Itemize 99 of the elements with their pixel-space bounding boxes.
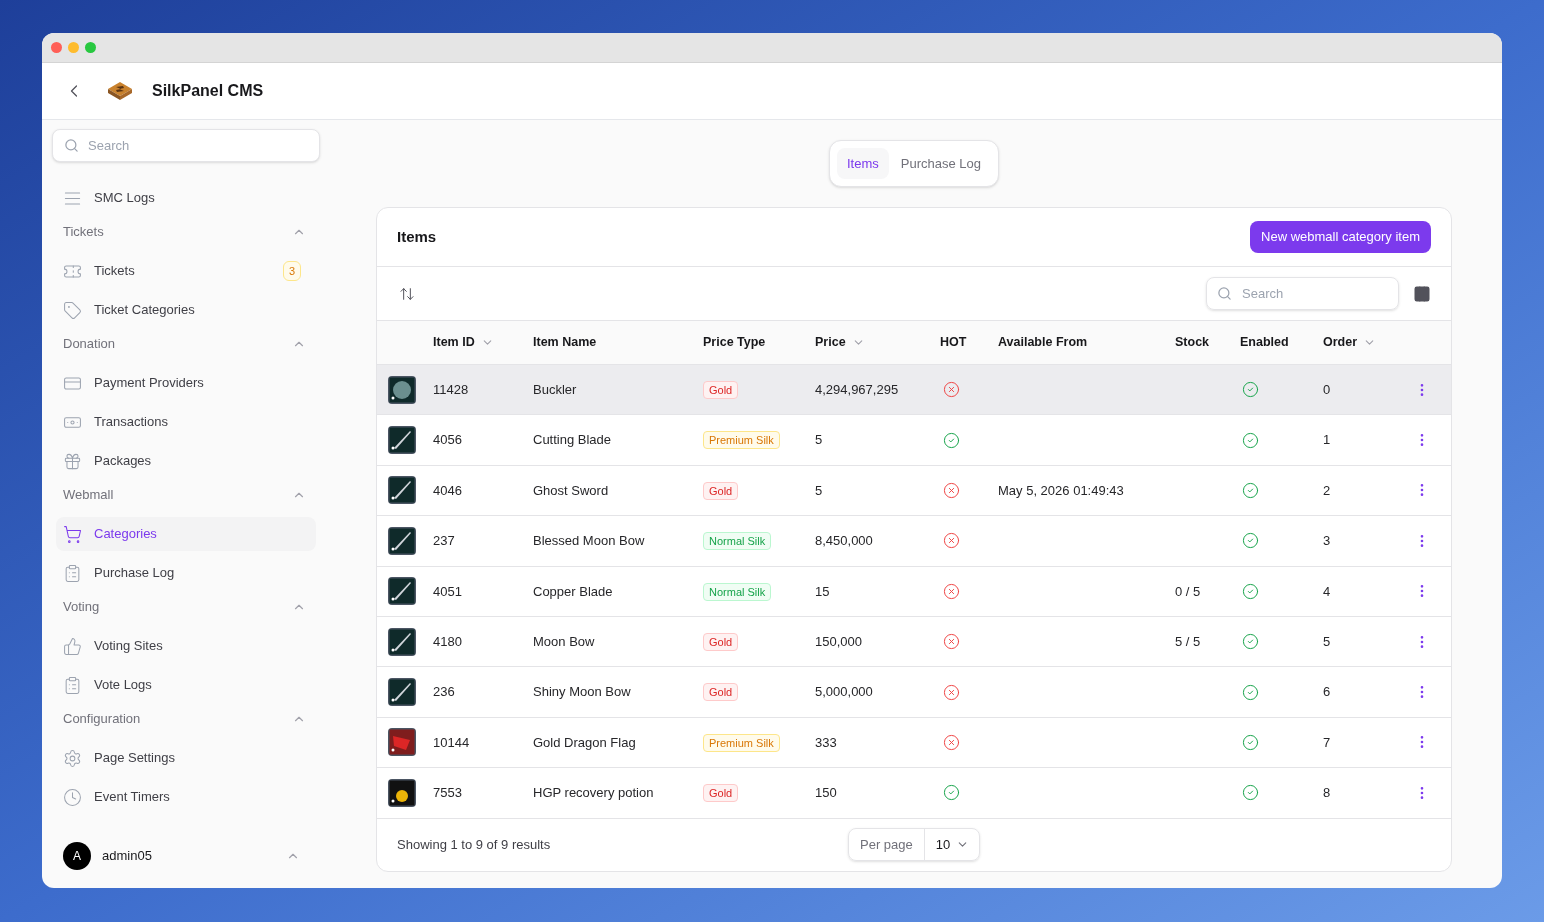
table-cell-text: 4051 (433, 582, 462, 601)
user-name: admin05 (102, 847, 153, 866)
table-cell-text: Gold Dragon Flag (533, 733, 636, 752)
column-header[interactable]: Item ID (433, 333, 533, 352)
thumbs-up-icon (63, 636, 82, 656)
table-cell-text: 5,000,000 (815, 683, 873, 702)
sidebar-item[interactable]: Voting Sites (56, 629, 316, 663)
column-header[interactable]: Price (815, 333, 940, 352)
price-type-badge: Gold (703, 481, 739, 500)
table-cell-text: 8,450,000 (815, 532, 873, 551)
sidebar-item[interactable]: Purchase Log (56, 556, 316, 590)
price-type-badge: Gold (703, 380, 739, 399)
sidebar-section-header[interactable]: Webmall (56, 478, 316, 512)
table-cell-text: 7 (1323, 733, 1331, 752)
table-cell-text: Moon Bow (533, 632, 595, 651)
logo-icon (107, 81, 133, 101)
table-cell-text: 4,294,967,295 (815, 380, 899, 399)
sidebar-search-field[interactable]: Search (52, 129, 320, 162)
sidebar-item[interactable]: Transactions (56, 405, 316, 439)
price-type-badge: Premium Silk (703, 733, 780, 752)
table-cell-text: Blessed Moon Bow (533, 532, 645, 551)
price-type-badge: Premium Silk (703, 431, 780, 450)
settings-icon (63, 748, 82, 768)
table-cell-text: 0 (1323, 380, 1331, 399)
sidebar-item[interactable]: SMC Logs (56, 181, 316, 215)
sidebar-item[interactable]: Tickets 3 (56, 254, 316, 288)
table-cell: 5 / 5 (1175, 633, 1201, 649)
table-cell: May 5, 2026 01:49:43 (998, 482, 1124, 498)
sidebar-section-header[interactable]: Voting (56, 590, 316, 624)
price-type-badge: Gold (703, 632, 739, 651)
table-cell: 0 / 5 (1175, 583, 1201, 599)
table-cell-text: 11428 (433, 380, 469, 399)
results-summary: Showing 1 to 9 of 9 results (397, 835, 552, 854)
table-cell-text: 4056 (433, 431, 462, 450)
column-header: Available From (998, 334, 1089, 352)
table-cell-text: Copper Blade (533, 582, 613, 601)
table-cell-text: Buckler (533, 380, 577, 399)
table-cell-text: 8 (1323, 784, 1331, 803)
sort-icon[interactable] (399, 285, 415, 302)
user-avatar[interactable]: A (63, 842, 91, 870)
table-cell-text: Ghost Sword (533, 481, 609, 500)
table-cell-text: 4046 (433, 481, 462, 500)
table-cell-text: 1 (1323, 431, 1331, 450)
column-header: Stock (1175, 334, 1211, 352)
price-type-badge: Normal Silk (703, 582, 772, 601)
table-cell-text: 150,000 (815, 632, 862, 651)
column-header[interactable]: Order (1323, 333, 1403, 352)
clipboard-icon (63, 563, 82, 583)
sidebar-section-header[interactable]: Donation (56, 327, 316, 361)
card-title: Items (397, 226, 437, 247)
sidebar-item[interactable]: Payment Providers (56, 366, 316, 400)
sidebar-item[interactable]: Vote Logs (56, 668, 316, 702)
tag-icon (63, 300, 82, 320)
sidebar-item[interactable]: Categories (56, 517, 316, 551)
per-page-select[interactable]: Per page 10 (848, 828, 981, 861)
table-cell-text: 2 (1323, 481, 1331, 500)
column-header: Enabled (1240, 334, 1290, 352)
table-cell-text: HGP recovery potion (533, 784, 654, 803)
column-header: HOT (940, 334, 968, 352)
new-item-button[interactable]: New webmall category item (1250, 221, 1431, 253)
sidebar-item[interactable]: Event Timers (56, 780, 316, 814)
sidebar-section-header[interactable]: Configuration (56, 702, 316, 736)
cart-icon (63, 524, 82, 544)
table-cell-text: 15 (815, 582, 830, 601)
search-icon (1217, 286, 1232, 301)
table-cell-text: 3 (1323, 532, 1331, 551)
table-cell-text: Shiny Moon Bow (533, 683, 631, 702)
table-cell-text: 6 (1323, 683, 1331, 702)
table-cell-text: Cutting Blade (533, 431, 612, 450)
sidebar-item[interactable]: Packages (56, 444, 316, 478)
tab[interactable]: Items (837, 148, 889, 179)
table-cell-text: 10144 (433, 733, 470, 752)
app-title: SilkPanel CMS (152, 81, 264, 101)
table-cell-text: 5 (815, 431, 823, 450)
table-cell-text: 5 (1323, 632, 1331, 651)
column-header: Item Name (533, 334, 598, 352)
price-type-badge: Gold (703, 683, 739, 702)
table-search-field[interactable]: Search (1206, 277, 1399, 310)
count-badge: 3 (282, 261, 301, 281)
table-row[interactable]: 11428 Buckler Gold 4,294,967,295 0 (377, 365, 1451, 416)
price-type-badge: Normal Silk (703, 532, 772, 551)
sidebar-section-header[interactable]: Tickets (56, 215, 316, 249)
table-cell-text: 4180 (433, 632, 462, 651)
clock-icon (63, 787, 82, 807)
table-cell-text: 150 (815, 784, 837, 803)
table-cell-text: 333 (815, 733, 837, 752)
table-cell-text: 5 (815, 481, 823, 500)
column-header: Price Type (703, 334, 767, 352)
clipboard-icon (63, 675, 82, 695)
table-cell-text: 237 (433, 532, 455, 551)
table-cell-text: 236 (433, 683, 455, 702)
gift-icon (63, 451, 82, 471)
sidebar-item[interactable]: Page Settings (56, 741, 316, 775)
table-cell-text: 4 (1323, 582, 1331, 601)
sidebar-item[interactable]: Ticket Categories (56, 293, 316, 327)
search-icon (64, 138, 79, 153)
table-cell-text: 7553 (433, 784, 462, 803)
price-type-badge: Gold (703, 784, 739, 803)
tab[interactable]: Purchase Log (890, 148, 991, 179)
